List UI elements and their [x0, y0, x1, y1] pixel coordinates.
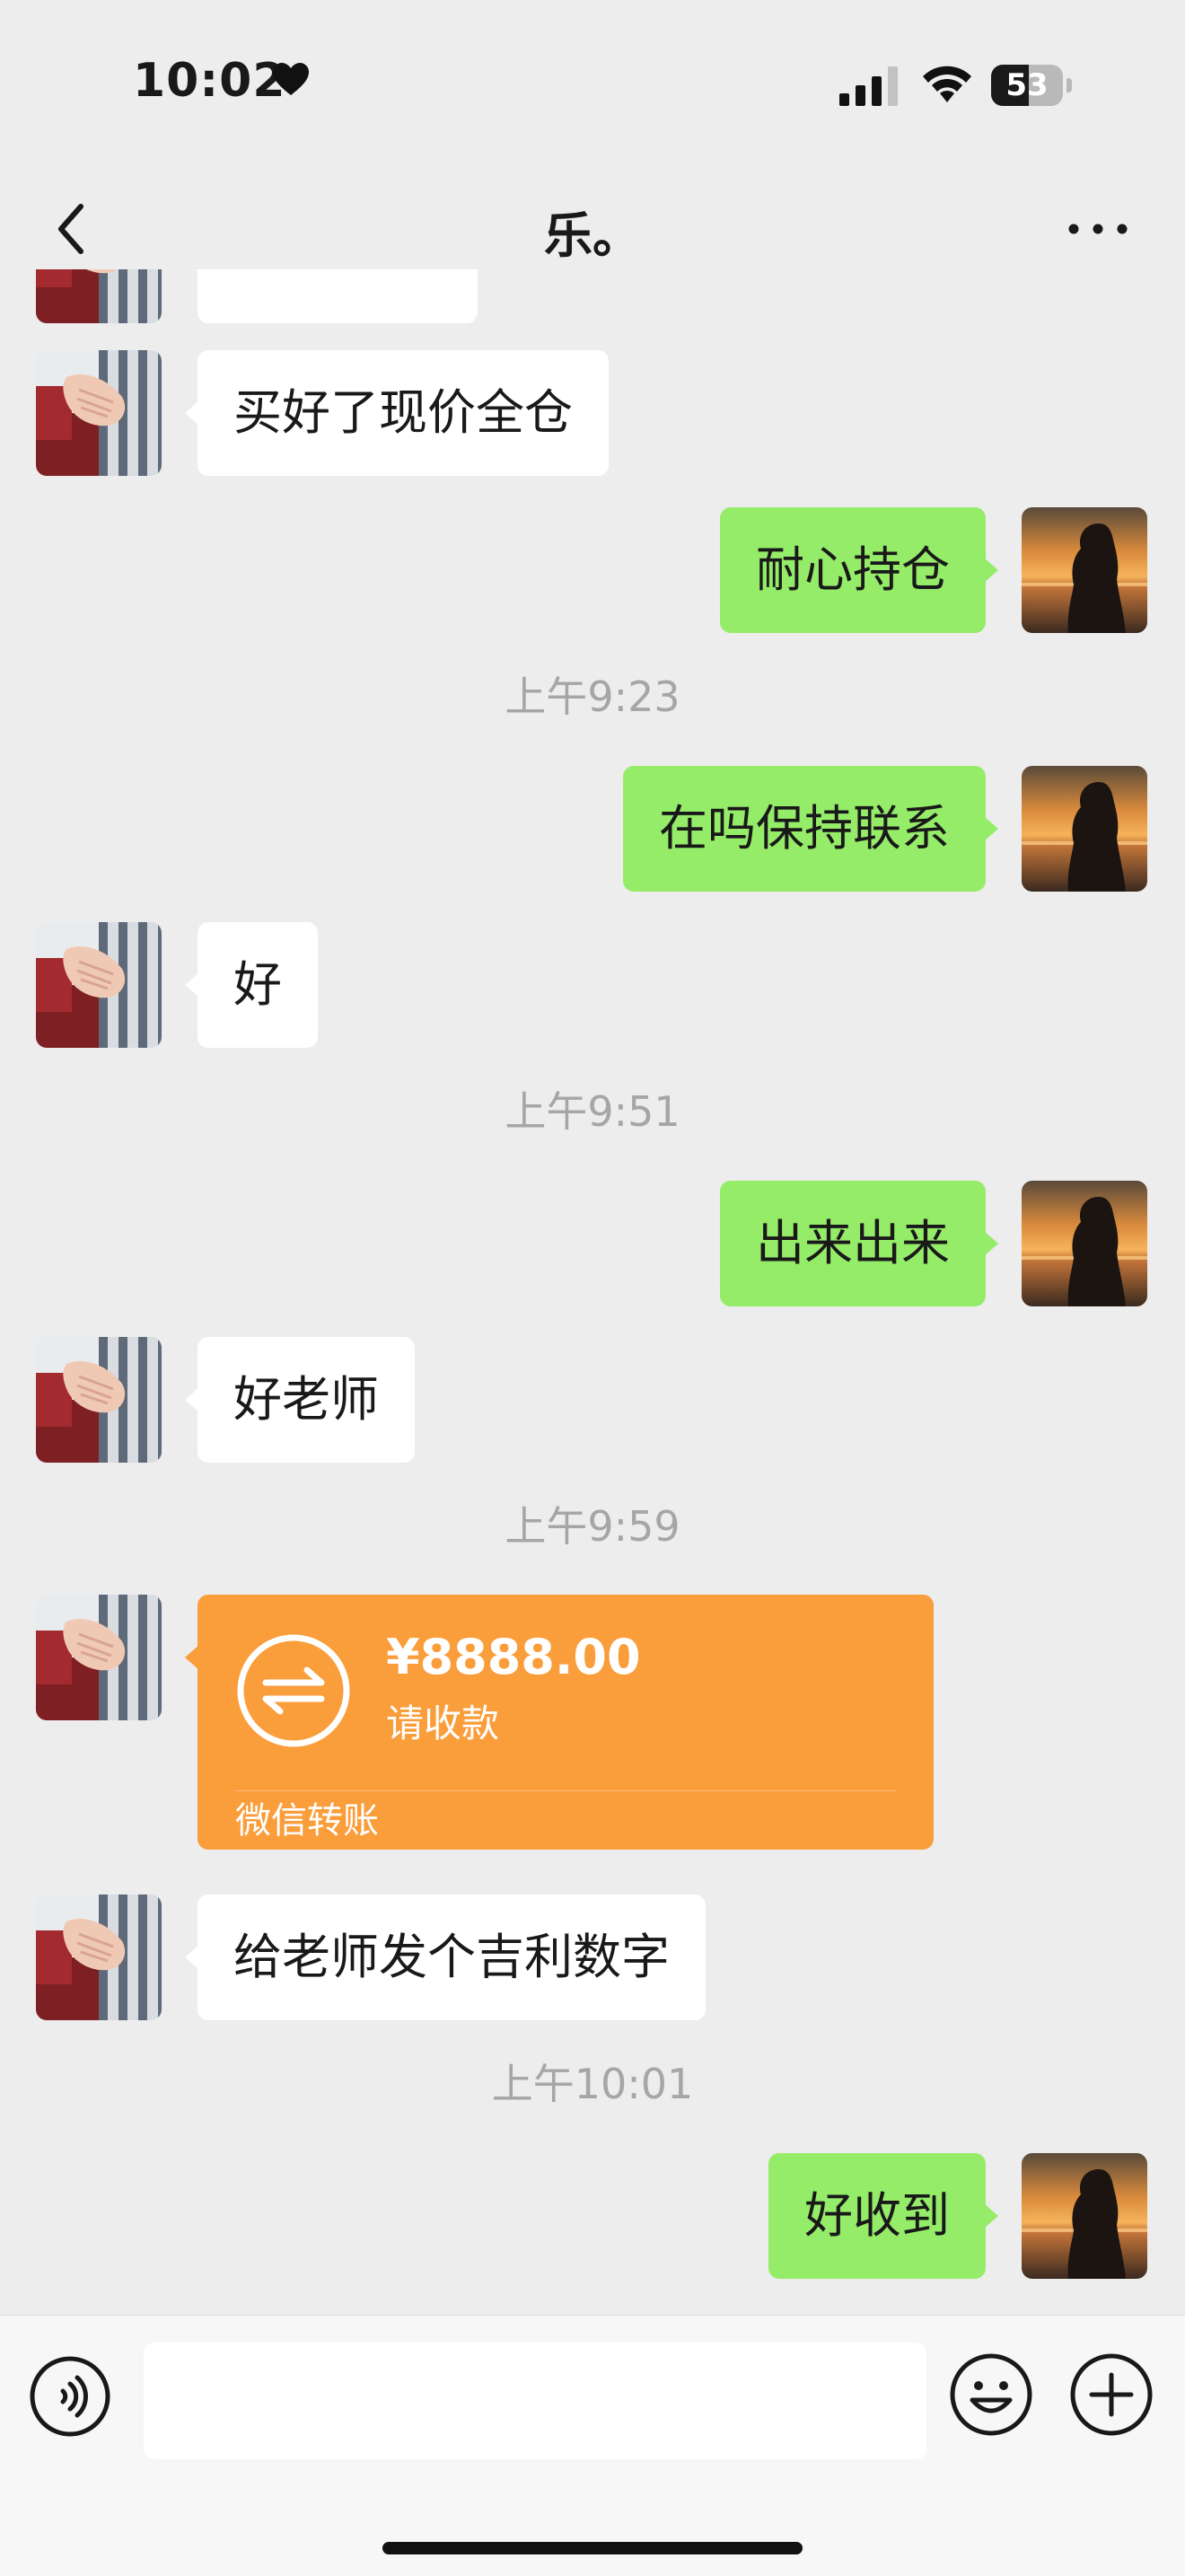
- message-timestamp: 上午9:23: [505, 673, 680, 721]
- my-avatar[interactable]: [1022, 507, 1147, 633]
- transfer-amount: ¥8888.00: [386, 1629, 641, 1685]
- transfer-card[interactable]: ¥8888.00 请收款 微信转账: [185, 1595, 934, 1850]
- message-list[interactable]: 买好了现价全仓 耐心持仓 上午9:23 在吗保持联系 好 上午9:51 出来出来: [0, 269, 1185, 2315]
- input-bar: [0, 2315, 1185, 2576]
- message-bubble-incoming[interactable]: 给老师发个吉利数字: [185, 1895, 706, 2020]
- contact-avatar[interactable]: [36, 350, 162, 476]
- signal-icon: [839, 66, 898, 106]
- my-avatar[interactable]: [1022, 1181, 1147, 1306]
- battery-percent: 53: [1005, 67, 1049, 103]
- message-bubble-incoming[interactable]: 好老师: [185, 1337, 415, 1463]
- my-avatar[interactable]: [1022, 2153, 1147, 2279]
- contact-avatar[interactable]: [36, 269, 162, 323]
- plus-circle-icon[interactable]: [1068, 2352, 1154, 2438]
- status-time: 10:02: [133, 54, 286, 108]
- message-input[interactable]: [144, 2343, 926, 2459]
- more-dots-icon[interactable]: [1066, 215, 1129, 242]
- contact-avatar[interactable]: [36, 1895, 162, 2020]
- my-avatar[interactable]: [1022, 766, 1147, 892]
- message-bubble-outgoing[interactable]: 出来出来: [720, 1181, 998, 1306]
- home-indicator[interactable]: [382, 2542, 803, 2554]
- transfer-status: 请收款: [386, 1701, 500, 1745]
- message-bubble-incoming[interactable]: 买好了现价全仓: [185, 350, 609, 476]
- message-bubble-outgoing[interactable]: 在吗保持联系: [623, 766, 998, 892]
- contact-avatar[interactable]: [36, 1337, 162, 1463]
- emoji-icon[interactable]: [948, 2352, 1034, 2438]
- message-bubble-incoming[interactable]: 好: [185, 922, 318, 1048]
- wifi-icon: [923, 66, 971, 102]
- battery-indicator: 53: [991, 65, 1072, 106]
- contact-avatar[interactable]: [36, 1595, 162, 1720]
- transfer-arrows-icon: [237, 1634, 350, 1747]
- contact-avatar[interactable]: [36, 922, 162, 1048]
- message-timestamp: 上午9:51: [505, 1087, 680, 1136]
- chat-title: 乐。: [544, 207, 641, 264]
- voice-icon[interactable]: [29, 2355, 111, 2438]
- transfer-divider: [235, 1790, 896, 1791]
- heart-icon: [273, 63, 309, 95]
- message-timestamp: 上午10:01: [491, 2060, 694, 2108]
- status-bar: 10:02 53: [0, 0, 1185, 171]
- message-timestamp: 上午9:59: [505, 1502, 680, 1551]
- message-bubble-outgoing[interactable]: 耐心持仓: [720, 507, 998, 633]
- message-bubble-partial[interactable]: [185, 269, 478, 323]
- message-bubble-outgoing[interactable]: 好收到: [768, 2153, 998, 2279]
- transfer-label: 微信转账: [235, 1800, 379, 1842]
